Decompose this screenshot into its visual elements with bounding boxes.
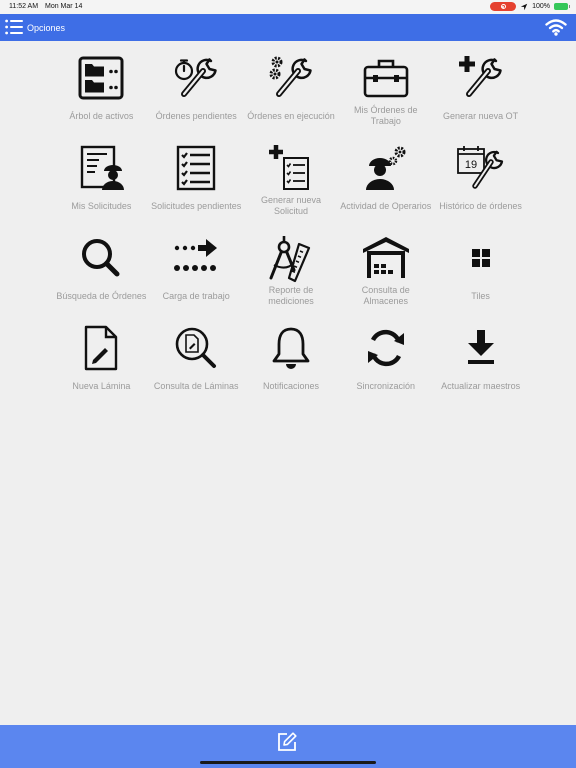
calendar-wrench-icon: 19 xyxy=(456,146,503,189)
tile-arbol-de-activos[interactable]: Árbol de activos xyxy=(54,50,149,140)
calendar-day: 19 xyxy=(464,159,476,171)
tile-label: Histórico de órdenes xyxy=(439,200,522,211)
tile-label: Tiles xyxy=(471,290,490,301)
tile-actividad-de-operarios[interactable]: Actividad de Operarios xyxy=(338,140,433,230)
options-grid: Árbol de activos Órdenes pendientes Órde… xyxy=(54,50,528,410)
tile-label: Órdenes en ejecución xyxy=(247,110,335,121)
tile-reporte-de-mediciones[interactable]: Reporte de mediciones xyxy=(244,230,339,320)
magnifier-icon xyxy=(82,239,120,277)
tile-busqueda-de-ordenes[interactable]: Búsqueda de Órdenes xyxy=(54,230,149,320)
download-icon xyxy=(467,330,494,364)
header-bar: Opciones xyxy=(0,14,576,41)
gears-wrench-icon xyxy=(269,56,312,97)
tile-generar-nueva-solicitud[interactable]: Generar nueva Solicitud xyxy=(244,140,339,230)
tile-label: Consulta de Láminas xyxy=(153,380,239,391)
tile-label: Árbol de activos xyxy=(69,110,134,121)
tile-label: Actividad de Operarios xyxy=(340,200,432,211)
tile-ordenes-en-ejecucion[interactable]: Órdenes en ejecución xyxy=(244,50,339,140)
bell-icon xyxy=(272,327,310,369)
tile-consulta-de-almacenes[interactable]: Consulta de Almacenes xyxy=(338,230,433,320)
dots-arrow-icon xyxy=(174,239,218,271)
wifi-icon xyxy=(545,19,567,36)
location-arrow-icon xyxy=(520,3,528,10)
tile-label: Órdenes pendientes xyxy=(155,110,237,121)
tile-label: Actualizar maestros xyxy=(441,380,521,391)
plus-checklist-icon xyxy=(268,145,309,190)
document-magnifier-icon xyxy=(175,327,217,368)
tile-label: Carga de trabajo xyxy=(162,290,230,301)
tile-label: Nueva Lámina xyxy=(72,380,131,391)
tile-label: Notificaciones xyxy=(262,380,319,391)
tile-label: Búsqueda de Órdenes xyxy=(56,290,147,301)
tile-carga-de-trabajo[interactable]: Carga de trabajo xyxy=(149,230,244,320)
tile-tiles[interactable]: Tiles xyxy=(433,230,528,320)
screen-record-icon xyxy=(490,2,517,11)
tile-label: Consulta de Almacenes xyxy=(361,285,410,306)
tile-consulta-de-laminas[interactable]: Consulta de Láminas xyxy=(149,320,244,410)
tile-generar-nueva-ot[interactable]: Generar nueva OT xyxy=(433,50,528,140)
tile-notificaciones[interactable]: Notificaciones xyxy=(244,320,339,410)
tile-sincronizacion[interactable]: Sincronización xyxy=(338,320,433,410)
tile-nueva-lamina[interactable]: Nueva Lámina xyxy=(54,320,149,410)
status-bar: 11:52 AM Mon Mar 14 100% xyxy=(0,0,576,14)
battery-percent: 100% xyxy=(532,3,550,10)
status-date: Mon Mar 14 xyxy=(45,3,83,10)
tile-mis-solicitudes[interactable]: Mis Solicitudes xyxy=(54,140,149,230)
tile-label: Generar nueva OT xyxy=(443,110,519,121)
status-right: 100% xyxy=(490,2,570,11)
worker-document-icon xyxy=(81,145,125,190)
bottom-toolbar xyxy=(0,725,576,768)
compass-ruler-icon xyxy=(269,236,311,283)
tile-ordenes-pendientes[interactable]: Órdenes pendientes xyxy=(149,50,244,140)
list-menu-icon[interactable] xyxy=(5,19,23,35)
stopwatch-wrench-icon xyxy=(175,58,217,97)
status-time: 11:52 AM xyxy=(9,3,39,10)
tile-historico-de-ordenes[interactable]: 19 Histórico de órdenes xyxy=(433,140,528,230)
asset-tree-icon xyxy=(78,56,124,100)
page-title: Opciones xyxy=(27,23,66,33)
toolbox-icon xyxy=(363,59,409,98)
tile-actualizar-maestros[interactable]: Actualizar maestros xyxy=(433,320,528,410)
home-indicator[interactable] xyxy=(200,761,376,764)
worker-gears-icon xyxy=(365,146,406,190)
document-pencil-icon xyxy=(85,325,118,371)
tile-mis-ordenes-de-trabajo[interactable]: Mis Órdenes de Trabajo xyxy=(338,50,433,140)
tile-label: Generar nueva Solicitud xyxy=(260,195,321,216)
tile-label: Mis Órdenes de Trabajo xyxy=(354,105,418,126)
tile-label: Reporte de mediciones xyxy=(268,285,314,306)
checklist-icon xyxy=(176,145,216,191)
tiles-icon xyxy=(471,249,490,267)
sync-icon xyxy=(367,329,404,367)
battery-icon xyxy=(554,3,570,10)
tile-label: Mis Solicitudes xyxy=(71,200,132,211)
tile-label: Sincronización xyxy=(356,380,416,391)
tile-solicitudes-pendientes[interactable]: Solicitudes pendientes xyxy=(149,140,244,230)
plus-wrench-icon xyxy=(458,56,502,97)
edit-icon[interactable] xyxy=(276,731,298,753)
tile-label: Solicitudes pendientes xyxy=(151,200,242,211)
warehouse-icon xyxy=(362,237,409,278)
